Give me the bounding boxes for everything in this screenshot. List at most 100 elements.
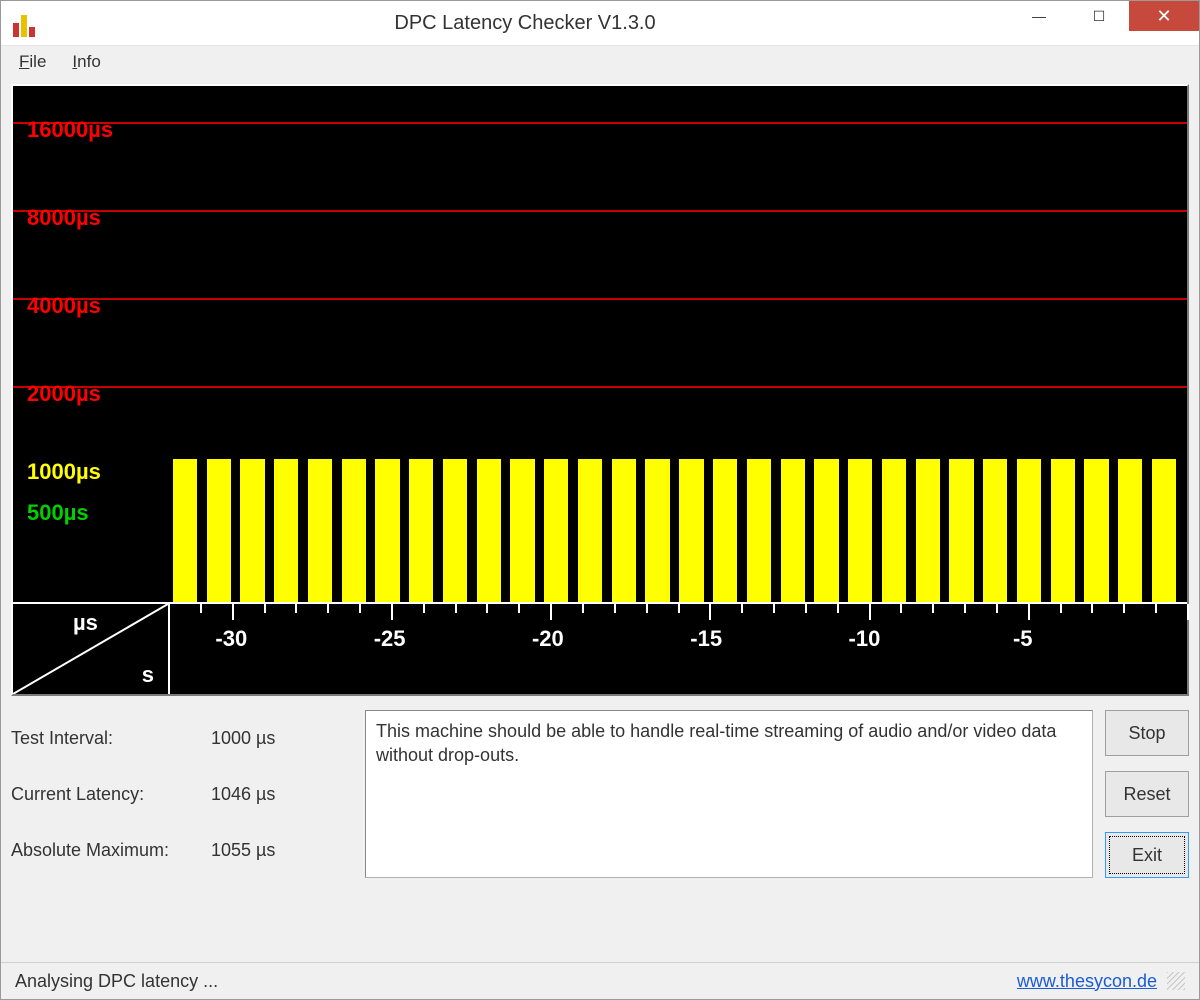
chart-bar — [882, 459, 906, 604]
chart-x-tick — [168, 604, 170, 613]
content-area: 16000µs 8000µs 4000µs 2000µs 1000µs 500µs µs … — [1, 78, 1199, 962]
stat-interval-label: Test Interval: — [11, 728, 211, 749]
chart-x-label: -5 — [1013, 626, 1033, 652]
chart-y-tick: 2000µs — [27, 381, 101, 407]
chart-bar — [645, 459, 669, 604]
stat-interval-value: 1000 µs — [211, 728, 275, 749]
chart-x-tick — [964, 604, 966, 613]
chart-bar — [1118, 459, 1142, 604]
status-link[interactable]: www.thesycon.de — [1017, 971, 1157, 992]
chart-x-tick — [869, 604, 871, 620]
chart-bar — [1152, 459, 1176, 604]
menu-info[interactable]: Info — [72, 52, 100, 72]
chart-x-tick — [295, 604, 297, 613]
chart-plot-area: 16000µs 8000µs 4000µs 2000µs 1000µs 500µs — [13, 86, 1187, 604]
chart-gridline — [13, 210, 1187, 212]
chart-x-tick — [614, 604, 616, 613]
chart-x-tick — [232, 604, 234, 620]
chart-bar — [612, 459, 636, 604]
window-title: DPC Latency Checker V1.3.0 — [41, 12, 1009, 35]
exit-button[interactable]: Exit — [1105, 832, 1189, 878]
stat-absmax: Absolute Maximum: 1055 µs — [11, 822, 353, 878]
chart-minor-ticks — [168, 604, 1187, 622]
chart-y-tick: 4000µs — [27, 293, 101, 319]
window-controls: — ☐ ✕ — [1009, 1, 1199, 45]
chart-x-tick — [646, 604, 648, 613]
stat-interval: Test Interval: 1000 µs — [11, 710, 353, 766]
chart-gridline — [13, 298, 1187, 300]
chart-bar — [747, 459, 771, 604]
chart-x-tick — [1187, 604, 1189, 620]
chart-x-tick — [486, 604, 488, 613]
chart-bar — [679, 459, 703, 604]
chart-x-tick — [805, 604, 807, 613]
chart-x-tick — [264, 604, 266, 613]
chart-bar — [240, 459, 264, 604]
chart-bar — [409, 459, 433, 604]
menu-file[interactable]: File — [19, 52, 46, 72]
status-text: Analysing DPC latency ... — [15, 971, 218, 992]
chart-x-tick — [200, 604, 202, 613]
chart-bar — [814, 459, 838, 604]
chart-bar — [1084, 459, 1108, 604]
chart-y-tick: 8000µs — [27, 205, 101, 231]
chart-x-label: -10 — [849, 626, 881, 652]
app-window: DPC Latency Checker V1.3.0 — ☐ ✕ File In… — [0, 0, 1200, 1000]
maximize-button[interactable]: ☐ — [1069, 1, 1129, 31]
chart-x-tick — [1123, 604, 1125, 613]
y-axis-label: µs — [73, 610, 98, 636]
chart-x-tick — [709, 604, 711, 620]
stop-button[interactable]: Stop — [1105, 710, 1189, 756]
title-bar[interactable]: DPC Latency Checker V1.3.0 — ☐ ✕ — [1, 1, 1199, 45]
chart-bar — [342, 459, 366, 604]
chart-x-label: -15 — [690, 626, 722, 652]
chart-x-tick — [1155, 604, 1157, 613]
chart-x-labels: -30-25-20-15-10-5 — [168, 626, 1181, 666]
chart-x-label: -25 — [374, 626, 406, 652]
chart-x-tick — [359, 604, 361, 613]
close-button[interactable]: ✕ — [1129, 1, 1199, 31]
chart-x-tick — [423, 604, 425, 613]
chart-bar — [308, 459, 332, 604]
chart-bar — [173, 459, 197, 604]
chart-y-tick: 1000µs — [27, 459, 101, 485]
lower-panel: Test Interval: 1000 µs Current Latency: … — [11, 710, 1189, 878]
chart-bar — [983, 459, 1007, 604]
chart-axis-corner: µs s — [13, 604, 170, 694]
stat-absmax-label: Absolute Maximum: — [11, 840, 211, 861]
reset-button[interactable]: Reset — [1105, 771, 1189, 817]
menu-file-label: ile — [29, 52, 46, 71]
stat-current-value: 1046 µs — [211, 784, 275, 805]
resize-grip-icon[interactable] — [1167, 972, 1185, 990]
x-axis-label: s — [142, 662, 154, 688]
message-box: This machine should be able to handle re… — [365, 710, 1093, 878]
chart-bar — [544, 459, 568, 604]
chart-bar — [848, 459, 872, 604]
chart-y-tick: 16000µs — [27, 117, 113, 143]
chart-bar — [1017, 459, 1041, 604]
chart-x-tick — [327, 604, 329, 613]
chart-x-axis: µs s -30-25-20-15-10-5 — [13, 602, 1187, 694]
chart-x-tick — [550, 604, 552, 620]
chart-x-tick — [741, 604, 743, 613]
app-icon — [13, 9, 41, 37]
action-buttons: Stop Reset Exit — [1105, 710, 1189, 878]
status-bar: Analysing DPC latency ... www.thesycon.d… — [1, 962, 1199, 999]
minimize-button[interactable]: — — [1009, 1, 1069, 31]
chart-x-tick — [391, 604, 393, 620]
chart-bar — [949, 459, 973, 604]
chart-x-tick — [1028, 604, 1030, 620]
chart-y-tick: 500µs — [27, 500, 89, 526]
chart-bars — [168, 86, 1181, 604]
chart-x-tick — [996, 604, 998, 613]
chart-bar — [578, 459, 602, 604]
chart-bar — [1051, 459, 1075, 604]
chart-bar — [477, 459, 501, 604]
chart-bar — [443, 459, 467, 604]
chart-bar — [274, 459, 298, 604]
chart-x-tick — [678, 604, 680, 613]
chart-bar — [375, 459, 399, 604]
latency-chart: 16000µs 8000µs 4000µs 2000µs 1000µs 500µs µs … — [11, 84, 1189, 696]
chart-x-tick — [773, 604, 775, 613]
chart-bar — [713, 459, 737, 604]
